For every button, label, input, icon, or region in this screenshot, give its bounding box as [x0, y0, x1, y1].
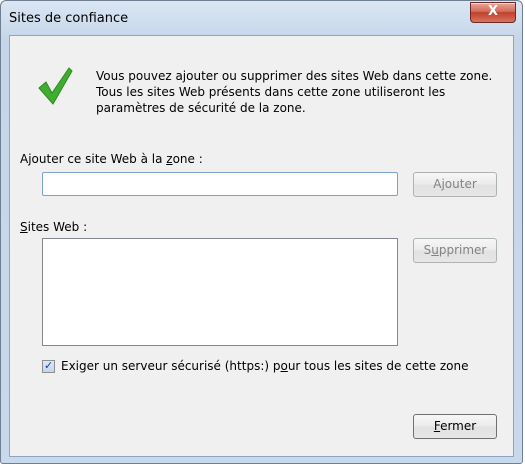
green-checkmark-icon	[38, 67, 73, 105]
close-icon: X	[487, 4, 499, 19]
checkmark-icon: ✓	[44, 359, 54, 372]
zone-info-text: Vous pouvez ajouter ou supprimer des sit…	[96, 69, 493, 115]
trusted-sites-dialog: Sites de confiance X Vous pouvez ajouter…	[0, 0, 523, 464]
add-site-label: Ajouter ce site Web à la zone :	[20, 152, 203, 166]
dialog-client-area: Vous pouvez ajouter ou supprimer des sit…	[9, 35, 514, 457]
https-required-checkbox[interactable]: ✓	[42, 359, 55, 373]
site-url-input[interactable]	[42, 172, 398, 196]
https-required-label[interactable]: Exiger un serveur sécurisé (https:) pour…	[61, 359, 468, 373]
websites-label: Sites Web :	[20, 220, 88, 234]
close-window-button[interactable]: X	[470, 2, 516, 23]
remove-site-button[interactable]: Supprimer	[413, 238, 497, 263]
add-site-button[interactable]: Ajouter	[413, 172, 497, 197]
websites-list[interactable]	[42, 238, 398, 346]
window-title: Sites de confiance	[9, 11, 129, 26]
close-button[interactable]: Fermer	[413, 414, 497, 439]
title-bar[interactable]: Sites de confiance X	[1, 1, 522, 35]
